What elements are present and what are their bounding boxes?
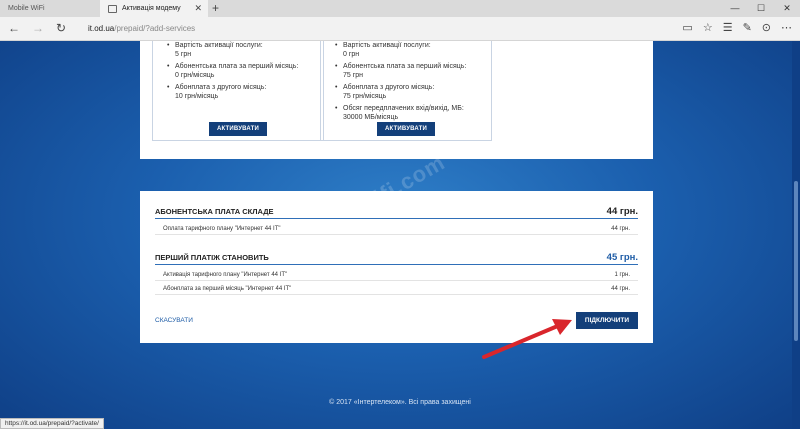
- red-arrow-icon: [482, 319, 572, 359]
- url-host: it.od.ua: [88, 24, 115, 33]
- toolbar-icons: ▭ ☆ ☰ ✎ ⊙ ⋯: [682, 21, 792, 34]
- cancel-link[interactable]: СКАСУВАТИ: [155, 317, 193, 324]
- table-row: Оплата тарифного плану "Интернет 44 IT" …: [155, 223, 638, 235]
- new-tab-icon[interactable]: +: [212, 1, 219, 15]
- row-description: Абонплата за перший місяць "Интернет 44 …: [163, 286, 292, 292]
- scrollbar-thumb[interactable]: [794, 181, 798, 341]
- close-icon[interactable]: ✕: [194, 3, 202, 14]
- plan-feature: Обсяг передплачених вхід/вихід, МБ: 3000…: [335, 104, 485, 122]
- row-price: 1 грн.: [614, 272, 630, 278]
- row-price: 44 грн.: [611, 286, 630, 292]
- plan-feature-list: Вартість активації послуги: 5 грн Абонен…: [153, 41, 323, 101]
- row-price: 44 грн.: [611, 226, 630, 232]
- plan-feature: Вартість активації послуги: 5 грн: [167, 41, 317, 59]
- section-amount: 45 грн.: [606, 252, 638, 263]
- tab-label: Активація модему: [122, 5, 181, 12]
- plan-feature: Вартість активації послуги: 0 грн: [335, 41, 485, 59]
- section-amount: 44 грн.: [606, 206, 638, 217]
- row-description: Оплата тарифного плану "Интернет 44 IT": [163, 226, 281, 232]
- plan-feature-value: 30000 МБ/місяць: [343, 114, 399, 121]
- section-title: АБОНЕНТСЬКА ПЛАТА СКЛАДЕ: [155, 207, 274, 216]
- plan-feature-value: 5 грн: [175, 51, 192, 58]
- plan-feature-label: Обсяг передплачених вхід/вихід, МБ:: [343, 105, 464, 112]
- plan-feature-label: Абонентська плата за перший місяць:: [175, 63, 299, 70]
- plan-feature-value: 0 грн/місяць: [175, 72, 215, 79]
- maximize-icon[interactable]: ☐: [748, 0, 774, 17]
- table-row: Абонплата за перший місяць "Интернет 44 …: [155, 283, 638, 295]
- forward-icon[interactable]: →: [32, 21, 44, 35]
- plans-card: Вартість активації послуги: 5 грн Абонен…: [140, 41, 653, 159]
- plan-feature-value: 10 грн/місяць: [175, 93, 219, 100]
- back-icon[interactable]: ←: [8, 21, 20, 35]
- subscription-fee-header: АБОНЕНТСЬКА ПЛАТА СКЛАДЕ 44 грн.: [155, 206, 638, 219]
- share-icon[interactable]: ⊙: [762, 21, 771, 34]
- url-field[interactable]: it.od.ua/prepaid/?add-services: [88, 24, 195, 33]
- plan-feature: Абонентська плата за перший місяць: 0 гр…: [167, 62, 317, 80]
- plan-feature: Абонентська плата за перший місяць: 75 г…: [335, 62, 485, 80]
- plan-feature-value: 0 грн: [343, 51, 360, 58]
- tab-bar: Mobile WiFi Активація модему ✕ + — ☐ ✕: [0, 0, 800, 17]
- close-window-icon[interactable]: ✕: [774, 0, 800, 17]
- table-row: Активація тарифного плану "Интернет 44 I…: [155, 269, 638, 281]
- plan-feature: Абонплата з другого місяць: 75 грн/місяц…: [335, 83, 485, 101]
- reading-view-icon[interactable]: ▭: [682, 21, 692, 34]
- plan-card: Вартість активації послуги: 0 грн Абонен…: [320, 41, 492, 141]
- row-description: Активація тарифного плану "Интернет 44 I…: [163, 272, 288, 278]
- plan-feature-value: 75 грн: [343, 72, 364, 79]
- scrollbar[interactable]: [792, 41, 800, 429]
- plan-feature-list: Вартість активації послуги: 0 грн Абонен…: [321, 41, 491, 122]
- plan-card: Вартість активації послуги: 5 грн Абонен…: [152, 41, 324, 141]
- connect-button[interactable]: ПІДКЛЮЧИТИ: [576, 312, 638, 329]
- section-title: ПЕРШИЙ ПЛАТІЖ СТАНОВИТЬ: [155, 253, 269, 262]
- hub-icon[interactable]: ☰: [723, 21, 733, 34]
- plan-feature-label: Абонентська плата за перший місяць:: [343, 63, 467, 70]
- url-path: /prepaid/?add-services: [114, 24, 196, 33]
- first-payment-header: ПЕРШИЙ ПЛАТІЖ СТАНОВИТЬ 45 грн.: [155, 252, 638, 265]
- copyright-footer: © 2017 «Інтертелеком». Всі права захищен…: [329, 399, 471, 406]
- tab-mobile-wifi[interactable]: Mobile WiFi: [0, 0, 100, 17]
- refresh-icon[interactable]: ↻: [56, 21, 66, 35]
- page-icon: [108, 4, 117, 13]
- plan-feature-label: Абонплата з другого місяць:: [175, 84, 267, 91]
- page-content: Вартість активації послуги: 5 грн Абонен…: [0, 41, 800, 429]
- tab-modem-activation[interactable]: Активація модему ✕: [100, 0, 208, 17]
- activate-button[interactable]: АКТИВУВАТИ: [377, 122, 435, 136]
- plan-feature-value: 75 грн/місяць: [343, 93, 387, 100]
- plan-feature-label: Вартість активації послуги:: [343, 42, 431, 49]
- tab-label: Mobile WiFi: [8, 5, 45, 12]
- more-icon[interactable]: ⋯: [781, 21, 792, 34]
- window-controls: — ☐ ✕: [722, 0, 800, 17]
- plan-feature-label: Вартість активації послуги:: [175, 42, 263, 49]
- plan-feature-label: Абонплата з другого місяць:: [343, 84, 435, 91]
- address-bar: ← → ↻ it.od.ua/prepaid/?add-services ▭ ☆…: [0, 17, 800, 41]
- favorite-star-icon[interactable]: ☆: [703, 21, 713, 34]
- activate-button[interactable]: АКТИВУВАТИ: [209, 122, 267, 136]
- minimize-icon[interactable]: —: [722, 0, 748, 17]
- status-url: https://it.od.ua/prepaid/?activate/: [0, 418, 104, 429]
- plan-feature: Абонплата з другого місяць: 10 грн/місяц…: [167, 83, 317, 101]
- notes-icon[interactable]: ✎: [743, 21, 752, 34]
